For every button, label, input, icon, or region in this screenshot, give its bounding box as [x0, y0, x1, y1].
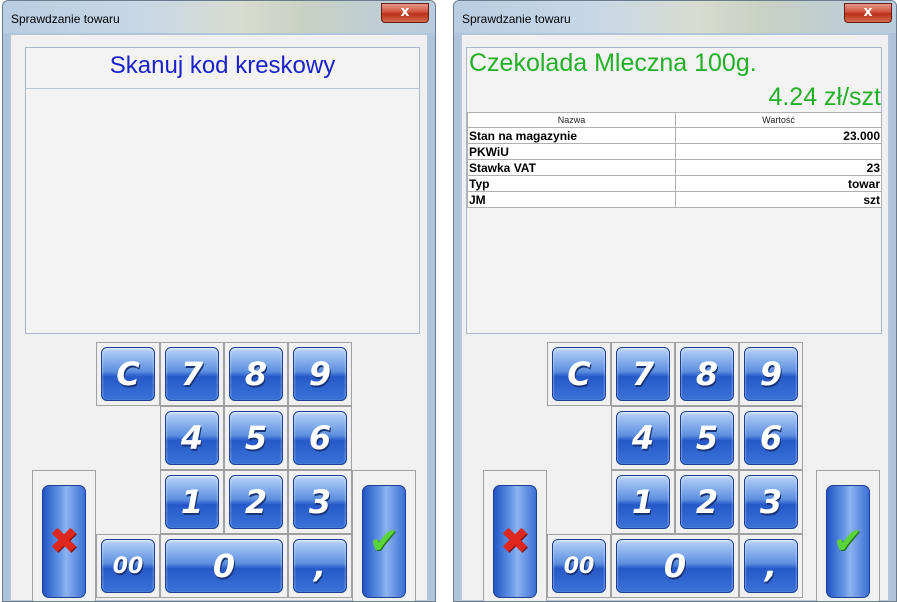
comma-key[interactable]: ,: [739, 534, 803, 598]
table-row[interactable]: PKWiU: [467, 143, 882, 160]
column-header-value: Wartość: [675, 112, 882, 128]
key-4[interactable]: 4: [611, 406, 675, 470]
key-8[interactable]: 8: [224, 342, 288, 406]
row-value: szt: [675, 191, 882, 208]
scan-window: Sprawdzanie towaru x Skanuj kod kreskowy…: [2, 0, 436, 602]
window-title: Sprawdzanie towaru: [462, 12, 571, 26]
checkmark-icon: ✔: [832, 521, 864, 562]
key-4[interactable]: 4: [160, 406, 224, 470]
key-7[interactable]: 7: [611, 342, 675, 406]
row-name: Stawka VAT: [467, 159, 676, 176]
scan-prompt: Skanuj kod kreskowy: [109, 52, 336, 79]
key-8[interactable]: 8: [675, 342, 739, 406]
window-title: Sprawdzanie towaru: [11, 12, 120, 26]
checkmark-icon: ✔: [368, 521, 400, 562]
table-row[interactable]: Typ towar: [467, 175, 882, 192]
row-name: PKWiU: [467, 143, 676, 160]
window-client: Skanuj kod kreskowy C 7 8 9 4 5 6 1 2 3 …: [10, 34, 428, 601]
table-row[interactable]: Stawka VAT 23: [467, 159, 882, 176]
row-value: 23.000: [675, 127, 882, 144]
clear-key[interactable]: C: [547, 342, 611, 406]
key-6[interactable]: 6: [739, 406, 803, 470]
key-2[interactable]: 2: [675, 470, 739, 534]
key-3[interactable]: 3: [288, 470, 352, 534]
key-0[interactable]: 0: [160, 534, 288, 598]
key-0[interactable]: 0: [611, 534, 739, 598]
key-00[interactable]: 00: [547, 534, 611, 598]
row-value: 23: [675, 159, 882, 176]
row-name: Stan na magazynie: [467, 127, 676, 144]
row-name: JM: [467, 191, 676, 208]
cancel-button[interactable]: ✖: [483, 470, 547, 601]
x-icon: ✖: [499, 521, 531, 562]
column-header-name: Nazwa: [467, 112, 676, 128]
row-name: Typ: [467, 175, 676, 192]
key-1[interactable]: 1: [160, 470, 224, 534]
key-2[interactable]: 2: [224, 470, 288, 534]
product-price: 4.24 zł/szt: [768, 83, 881, 111]
key-9[interactable]: 9: [288, 342, 352, 406]
row-value: towar: [675, 175, 882, 192]
clear-key[interactable]: C: [96, 342, 160, 406]
key-9[interactable]: 9: [739, 342, 803, 406]
key-7[interactable]: 7: [160, 342, 224, 406]
key-1[interactable]: 1: [611, 470, 675, 534]
key-00[interactable]: 00: [96, 534, 160, 598]
key-6[interactable]: 6: [288, 406, 352, 470]
product-window: Sprawdzanie towaru x Czekolada Mleczna 1…: [453, 0, 897, 602]
product-details-table: Nazwa Wartość Stan na magazynie 23.000 P…: [467, 112, 882, 208]
ok-button[interactable]: ✔: [816, 470, 880, 601]
ok-button[interactable]: ✔: [352, 470, 416, 601]
info-panel: Skanuj kod kreskowy: [25, 47, 420, 334]
table-row[interactable]: JM szt: [467, 191, 882, 208]
close-button[interactable]: x: [381, 3, 429, 23]
info-panel: Czekolada Mleczna 100g. 4.24 zł/szt Nazw…: [466, 47, 882, 334]
x-icon: ✖: [48, 521, 80, 562]
table-row[interactable]: Stan na magazynie 23.000: [467, 127, 882, 144]
title-bar: Sprawdzanie towaru x: [454, 1, 896, 33]
product-name: Czekolada Mleczna 100g.: [469, 49, 757, 77]
close-button[interactable]: x: [844, 3, 892, 23]
window-client: Czekolada Mleczna 100g. 4.24 zł/szt Nazw…: [461, 34, 889, 601]
key-5[interactable]: 5: [675, 406, 739, 470]
key-5[interactable]: 5: [224, 406, 288, 470]
divider: [26, 88, 419, 89]
key-3[interactable]: 3: [739, 470, 803, 534]
comma-key[interactable]: ,: [288, 534, 352, 598]
title-bar: Sprawdzanie towaru x: [3, 1, 435, 33]
row-value: [675, 143, 882, 160]
cancel-button[interactable]: ✖: [32, 470, 96, 601]
table-header-row: Nazwa Wartość: [467, 112, 882, 128]
